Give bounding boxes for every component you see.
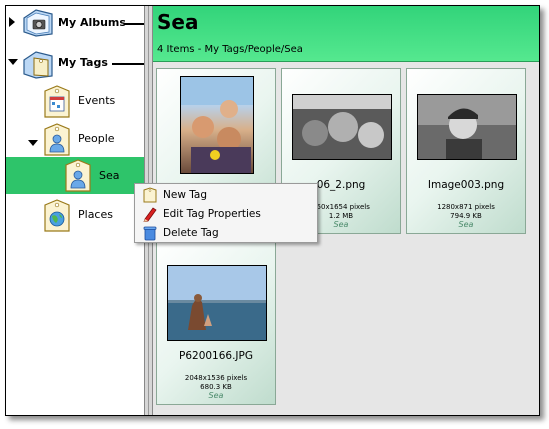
trash-icon xyxy=(142,225,158,241)
photo-card[interactable]: Image003.png 1280x871 pixels 794.9 KB Se… xyxy=(406,68,526,234)
menu-item-new-tag[interactable]: New Tag xyxy=(135,185,317,204)
photo-thumbnail[interactable] xyxy=(167,265,267,341)
photo-filename: P6200166.JPG xyxy=(179,350,253,362)
menu-item-label: Delete Tag xyxy=(163,226,219,239)
photo-thumbnail[interactable] xyxy=(417,94,517,160)
menu-item-edit-tag[interactable]: Edit Tag Properties xyxy=(135,204,317,223)
photo-size: 794.9 KB xyxy=(450,212,482,220)
people-icon xyxy=(42,123,72,157)
photo-dimensions: 1280x871 pixels xyxy=(437,203,495,211)
context-menu: New Tag Edit Tag Properties Delete Tag xyxy=(134,183,318,243)
photo-size: 680.3 KB xyxy=(200,383,232,391)
photo-card[interactable]: P6200166.JPG 2048x1536 pixels 680.3 KB S… xyxy=(156,239,276,405)
photo-dimensions: 2048x1536 pixels xyxy=(184,374,248,382)
expand-arrow-icon[interactable] xyxy=(9,17,15,27)
collapse-arrow-icon[interactable] xyxy=(8,59,18,65)
events-icon xyxy=(42,85,72,119)
photo-filename: Image003.png xyxy=(427,179,505,191)
photo-tag: Sea xyxy=(208,391,224,400)
app-window: My Albums My Tags Events People Sea Plac… xyxy=(5,5,540,416)
tag-icon xyxy=(142,186,158,203)
photo-thumbnail[interactable] xyxy=(180,76,254,174)
menu-item-label: Edit Tag Properties xyxy=(163,207,261,220)
sidebar-item-events[interactable]: Events xyxy=(78,94,115,107)
menu-item-label: New Tag xyxy=(163,188,208,201)
photo-tag: Sea xyxy=(458,220,474,229)
my-albums-label[interactable]: My Albums xyxy=(58,16,126,29)
collapse-arrow-icon[interactable] xyxy=(28,140,38,146)
places-icon xyxy=(42,199,72,233)
tag-header: Sea 4 Items - My Tags/People/Sea xyxy=(153,6,539,62)
my-tags-label[interactable]: My Tags xyxy=(58,56,108,69)
sidebar-item-people[interactable]: People xyxy=(78,132,115,145)
tag-tree-sidebar: My Albums My Tags Events People Sea Plac… xyxy=(6,6,144,415)
albums-icon xyxy=(22,8,54,38)
breadcrumb: 4 Items - My Tags/People/Sea xyxy=(157,44,303,55)
tree-connector xyxy=(125,23,144,25)
photo-thumbnail[interactable] xyxy=(292,94,392,160)
page-title: Sea xyxy=(157,10,199,34)
sidebar-item-places[interactable]: Places xyxy=(78,208,113,221)
pencil-icon xyxy=(142,206,158,223)
tree-connector xyxy=(112,63,144,65)
sea-tag-icon xyxy=(63,159,93,193)
sidebar-item-sea[interactable]: Sea xyxy=(99,169,120,182)
tags-icon xyxy=(22,48,54,80)
menu-item-delete-tag[interactable]: Delete Tag xyxy=(135,223,317,242)
